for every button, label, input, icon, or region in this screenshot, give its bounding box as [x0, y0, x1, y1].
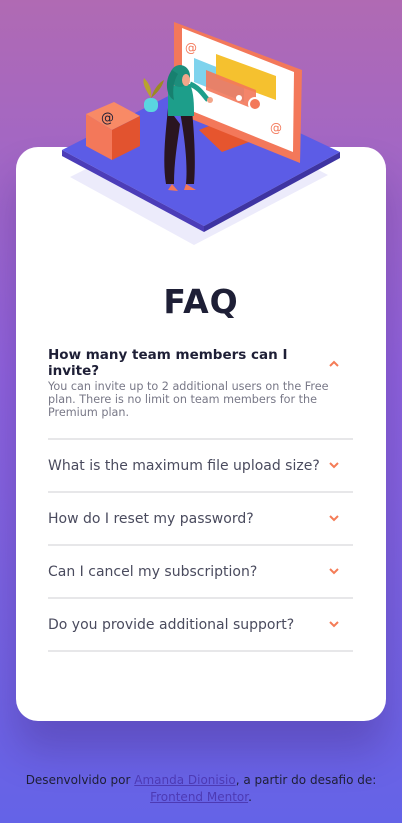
attribution-footer: Desenvolvido por Amanda Dionisio, a part…: [0, 772, 402, 806]
frontend-mentor-link[interactable]: Frontend Mentor: [150, 790, 248, 804]
faq-answer: You can invite up to 2 additional users …: [48, 380, 329, 419]
faq-item: How do I reset my password?: [48, 493, 353, 546]
faq-question: How many team members can I invite?: [48, 347, 288, 379]
chevron-down-icon: [329, 462, 339, 469]
svg-text:@: @: [101, 111, 114, 126]
footer-prefix: Desenvolvido por: [25, 773, 135, 787]
faq-item: What is the maximum file upload size?: [48, 440, 353, 493]
chevron-down-icon: [329, 621, 339, 628]
footer-suffix: .: [248, 790, 252, 804]
faq-question: Do you provide additional support?: [48, 616, 295, 633]
faq-question-button[interactable]: How do I reset my password?: [48, 493, 353, 544]
faq-item: How many team members can I invite? You …: [48, 340, 353, 440]
faq-item: Can I cancel my subscription?: [48, 546, 353, 599]
faq-question: What is the maximum file upload size?: [48, 457, 320, 474]
svg-text:@: @: [270, 121, 282, 135]
faq-question: How do I reset my password?: [48, 510, 254, 527]
faq-question: Can I cancel my subscription?: [48, 563, 258, 580]
author-link[interactable]: Amanda Dionisio: [134, 773, 235, 787]
page-title: FAQ: [163, 282, 239, 321]
faq-item: Do you provide additional support?: [48, 599, 353, 652]
svg-text:@: @: [185, 41, 197, 55]
chevron-down-icon: [329, 515, 339, 522]
chevron-up-icon: [329, 360, 339, 367]
woman-at-computer-illustration: @ @ @: [62, 22, 340, 245]
faq-accordion: How many team members can I invite? You …: [48, 340, 353, 652]
faq-question-button[interactable]: What is the maximum file upload size?: [48, 440, 353, 491]
chevron-down-icon: [329, 568, 339, 575]
footer-middle: , a partir do desafio de:: [235, 773, 377, 787]
faq-question-button[interactable]: Can I cancel my subscription?: [48, 546, 353, 597]
faq-question-button[interactable]: Do you provide additional support?: [48, 599, 353, 650]
